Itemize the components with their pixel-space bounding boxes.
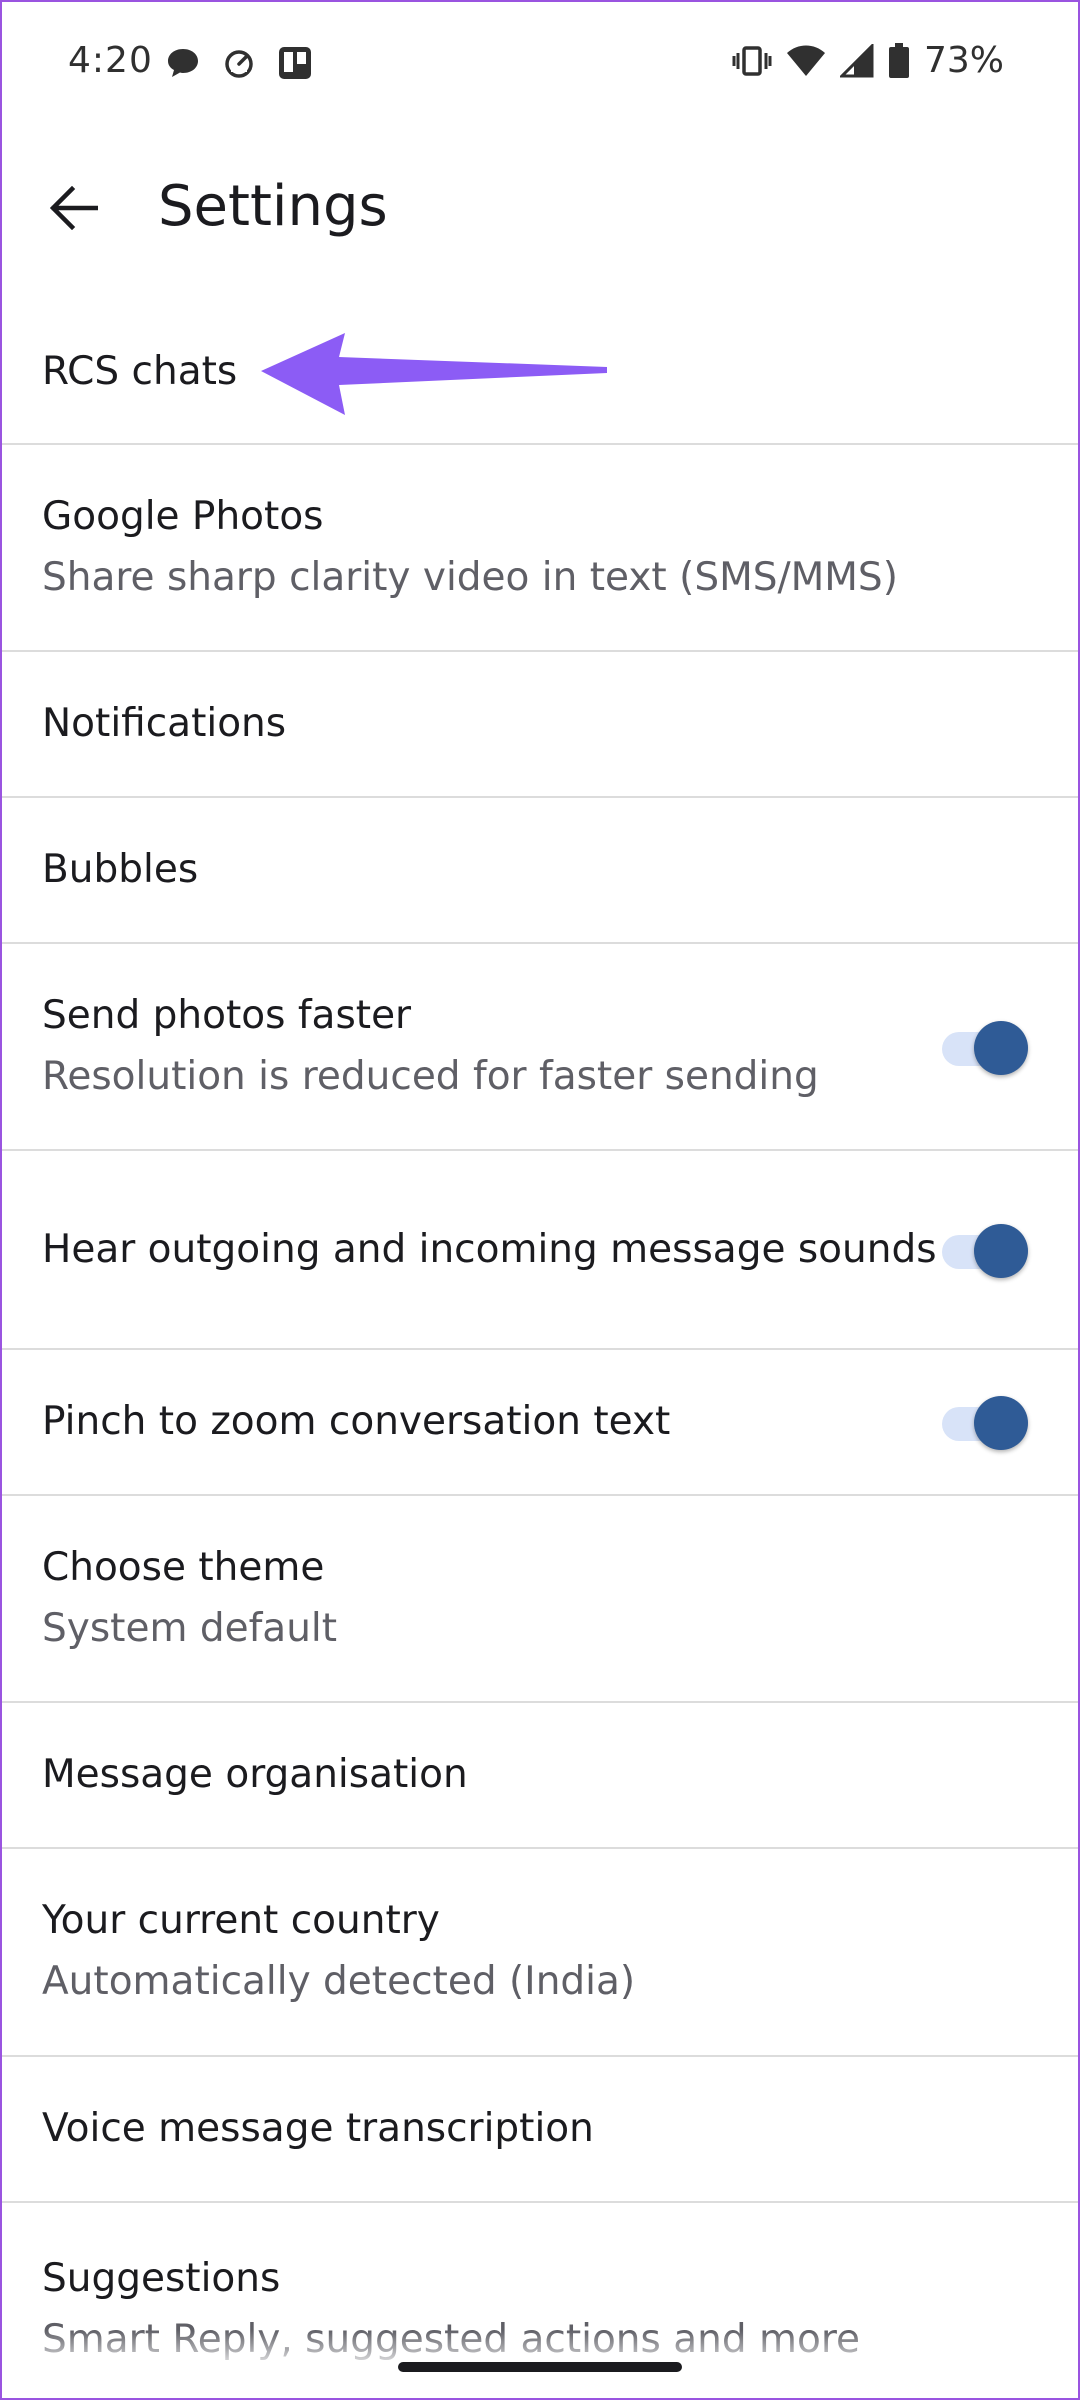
setting-title: Send photos faster	[42, 992, 412, 1038]
pinch-to-zoom-toggle[interactable]	[942, 1392, 1028, 1452]
trello-icon	[278, 46, 312, 80]
battery-icon	[888, 42, 910, 79]
battery-percentage: 73%	[923, 40, 1004, 81]
setting-title: Hear outgoing and incoming message sound…	[42, 1226, 937, 1272]
toggle-thumb	[974, 1396, 1028, 1450]
setting-bubbles[interactable]: Bubbles	[0, 798, 1080, 944]
setting-subtitle: Share sharp clarity video in text (SMS/M…	[42, 554, 898, 600]
app-bar: Settings	[0, 150, 1080, 270]
settings-list: RCS chats Google Photos Share sharp clar…	[0, 300, 1080, 2400]
notification-icons	[166, 46, 312, 80]
toggle-thumb	[974, 1020, 1028, 1075]
setting-message-organisation[interactable]: Message organisation	[0, 1703, 1080, 1849]
setting-title: Notifications	[42, 701, 287, 746]
setting-pinch-to-zoom[interactable]: Pinch to zoom conversation text	[0, 1350, 1080, 1496]
page-title: Settings	[158, 174, 388, 239]
send-photos-faster-toggle[interactable]	[942, 1017, 1028, 1077]
message-sounds-toggle[interactable]	[942, 1220, 1028, 1280]
setting-subtitle: Resolution is reduced for faster sending	[42, 1053, 819, 1099]
setting-subtitle: System default	[42, 1605, 338, 1651]
system-icons: 73%	[732, 40, 1004, 81]
setting-title: Pinch to zoom conversation text	[42, 1399, 671, 1444]
toggle-thumb	[974, 1223, 1028, 1278]
setting-voice-transcription[interactable]: Voice message transcription	[0, 2057, 1080, 2203]
setting-message-sounds[interactable]: Hear outgoing and incoming message sound…	[0, 1151, 1080, 1350]
wifi-icon	[786, 44, 826, 78]
chat-bubble-icon	[166, 47, 200, 79]
vibrate-icon	[732, 44, 772, 78]
signal-icon	[839, 43, 874, 78]
status-time: 4:20	[68, 40, 153, 81]
setting-current-country[interactable]: Your current country Automatically detec…	[0, 1849, 1080, 2057]
setting-title: Bubbles	[42, 847, 199, 892]
arrow-left-icon	[50, 186, 98, 230]
setting-title: Voice message transcription	[42, 2106, 594, 2151]
setting-title: Suggestions	[42, 2256, 281, 2301]
setting-send-photos-faster[interactable]: Send photos faster Resolution is reduced…	[0, 944, 1080, 1151]
setting-subtitle: Automatically detected (India)	[42, 1959, 636, 2004]
annotation-arrow-icon	[261, 333, 607, 415]
setting-choose-theme[interactable]: Choose theme System default	[0, 1496, 1080, 1703]
setting-notifications[interactable]: Notifications	[0, 652, 1080, 798]
setting-title: Google Photos	[42, 493, 324, 539]
setting-title: Message organisation	[42, 1752, 468, 1797]
setting-title: Choose theme	[42, 1544, 325, 1590]
navigation-handle[interactable]	[398, 2362, 682, 2372]
setting-google-photos[interactable]: Google Photos Share sharp clarity video …	[0, 445, 1080, 652]
back-button[interactable]	[26, 160, 122, 256]
speedometer-icon	[222, 47, 256, 79]
status-bar: 4:20 73%	[0, 0, 1080, 128]
setting-title: Your current country	[42, 1898, 440, 1943]
